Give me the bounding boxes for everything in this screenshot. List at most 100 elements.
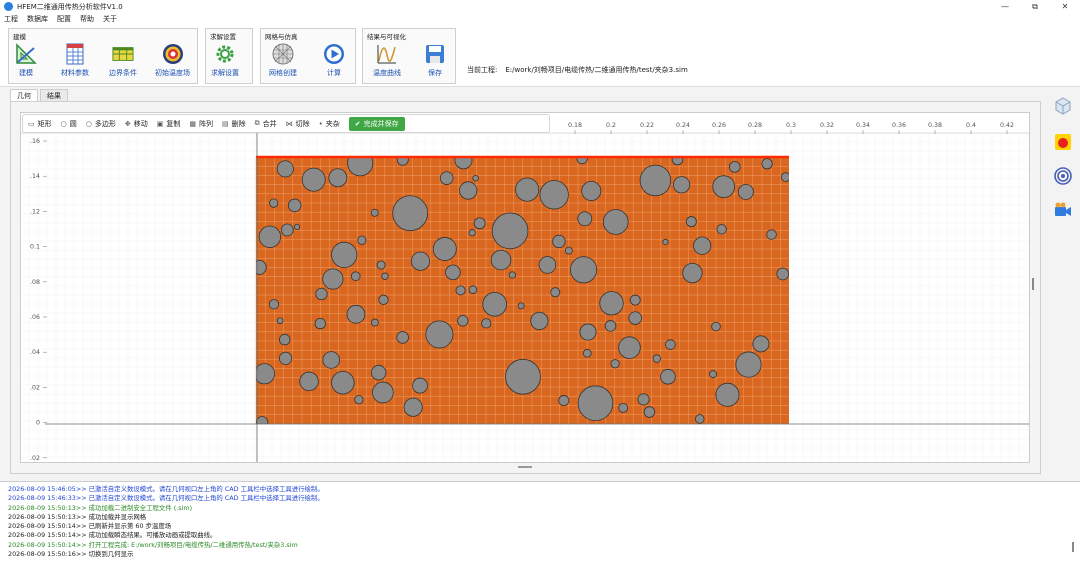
inclusion-circle[interactable] <box>628 311 642 325</box>
inclusion-circle[interactable] <box>482 291 508 317</box>
modeling-button[interactable]: 建模 <box>15 43 37 83</box>
initial-temperature-button[interactable]: 初始温度场 <box>155 43 190 83</box>
compute-button[interactable]: 计算 <box>323 43 345 83</box>
inclusion-circle[interactable] <box>252 259 267 275</box>
circle-tool[interactable]: ○ 圆 <box>61 119 77 129</box>
inclusion-circle[interactable] <box>552 234 566 249</box>
inclusion-circle[interactable] <box>693 236 712 255</box>
inclusion-circle[interactable] <box>378 294 389 305</box>
inclusion-circle[interactable] <box>780 172 790 182</box>
menu-about[interactable]: 关于 <box>103 14 117 24</box>
inclusion-circle[interactable] <box>314 317 326 330</box>
inclusion-circle[interactable] <box>582 348 592 358</box>
menu-database[interactable]: 数据库 <box>27 14 48 24</box>
inclusion-circle[interactable] <box>293 223 301 231</box>
inclusion-circle[interactable] <box>299 371 319 392</box>
inclusion-circle[interactable] <box>287 198 302 213</box>
inclusion-circle[interactable] <box>432 237 457 261</box>
inclusion-circle[interactable] <box>301 167 326 192</box>
cut-tool[interactable]: ⋈ 切除 <box>286 119 310 129</box>
inclusion-circle[interactable] <box>454 152 473 170</box>
inclusion-circle[interactable] <box>268 299 280 310</box>
inclusion-circle[interactable] <box>662 238 669 246</box>
polygon-tool[interactable]: ○ 多边形 <box>86 119 116 129</box>
menu-config[interactable]: 配置 <box>57 14 71 24</box>
inclusion-circle[interactable] <box>637 393 650 406</box>
inclusion-circle[interactable] <box>604 320 617 332</box>
inclusion-circle[interactable] <box>564 246 573 255</box>
copy-tool[interactable]: ▣ 复制 <box>157 119 181 129</box>
inclusion-circle[interactable] <box>357 235 367 245</box>
close-button[interactable]: ✕ <box>1050 0 1080 13</box>
inclusion-circle[interactable] <box>280 223 294 237</box>
inclusion-circle[interactable] <box>328 168 348 188</box>
horizontal-splitter-handle[interactable] <box>518 466 532 468</box>
inclusion-circle[interactable] <box>376 260 386 270</box>
inclusion-circle[interactable] <box>455 285 466 296</box>
temperature-curve-button[interactable]: 温度曲线 <box>373 43 401 83</box>
inclusion-circle[interactable] <box>331 241 358 268</box>
cube-icon[interactable] <box>1052 95 1074 117</box>
inclusion-circle[interactable] <box>331 370 355 395</box>
tab-geometry[interactable]: 几何 <box>10 89 38 101</box>
inclusion-circle[interactable] <box>425 320 454 349</box>
inclusion-circle[interactable] <box>752 335 770 353</box>
inclusion-tool[interactable]: • 夹杂 <box>319 119 340 129</box>
camera-icon[interactable] <box>1052 199 1074 221</box>
inclusion-circle[interactable] <box>761 158 773 170</box>
inclusion-circle[interactable] <box>639 164 672 197</box>
inclusion-circle[interactable] <box>660 368 676 385</box>
inclusion-circle[interactable] <box>370 364 387 381</box>
merge-tool[interactable]: ⧉ 合并 <box>255 119 277 129</box>
inclusion-circle[interactable] <box>278 351 293 365</box>
inclusion-circle[interactable] <box>530 311 549 331</box>
contour-icon[interactable] <box>1052 165 1074 187</box>
inclusion-circle[interactable] <box>279 333 291 346</box>
inclusion-circle[interactable] <box>254 363 276 385</box>
rectangle-tool[interactable]: ▭ 矩形 <box>28 119 52 129</box>
inclusion-circle[interactable] <box>558 395 570 406</box>
inclusion-circle[interactable] <box>370 208 379 217</box>
inclusion-circle[interactable] <box>776 267 789 281</box>
minimize-button[interactable]: — <box>990 0 1020 13</box>
menu-project[interactable]: 工程 <box>4 14 18 24</box>
inclusion-circle[interactable] <box>508 271 517 279</box>
inclusion-circle[interactable] <box>410 251 431 271</box>
inclusion-circle[interactable] <box>602 209 629 235</box>
inclusion-circle[interactable] <box>445 264 461 281</box>
inclusion-circle[interactable] <box>517 302 525 310</box>
inclusion-circle[interactable] <box>685 216 697 228</box>
heat-icon[interactable] <box>1052 131 1074 153</box>
inclusion-circle[interactable] <box>709 370 717 379</box>
inclusion-circle[interactable] <box>276 317 284 325</box>
inclusion-circle[interactable] <box>473 217 486 230</box>
array-tool[interactable]: ▦ 阵列 <box>189 119 213 129</box>
inclusion-circle[interactable] <box>618 336 641 359</box>
inclusion-circle[interactable] <box>491 212 529 250</box>
inclusion-circle[interactable] <box>766 229 777 240</box>
menu-help[interactable]: 帮助 <box>80 14 94 24</box>
material-params-button[interactable]: 材料参数 <box>61 43 89 83</box>
geometry-viewport[interactable]: 0.18 0.2 0.22 0.24 0.26 0.28 0.3 0.32 0.34 0.36 0.… <box>20 112 1030 463</box>
inclusion-circle[interactable] <box>412 377 428 394</box>
inclusion-circle[interactable] <box>715 382 740 407</box>
inclusion-circle[interactable] <box>457 315 469 327</box>
inclusion-circle[interactable] <box>652 354 662 363</box>
inclusion-circle[interactable] <box>403 397 423 417</box>
inclusion-circle[interactable] <box>269 198 279 208</box>
inclusion-circle[interactable] <box>712 175 736 199</box>
solver-settings-button[interactable]: 求解设置 <box>211 43 239 83</box>
inclusion-circle[interactable] <box>354 395 364 405</box>
tab-results[interactable]: 结果 <box>40 89 68 101</box>
inclusion-circle[interactable] <box>396 331 409 344</box>
inclusion-circle[interactable] <box>579 323 597 341</box>
inclusion-circle[interactable] <box>481 318 492 329</box>
inclusion-circle[interactable] <box>515 177 540 202</box>
maximize-button[interactable]: ⧉ <box>1020 0 1050 13</box>
inclusion-circle[interactable] <box>577 385 614 421</box>
finish-and-save-button[interactable]: ✔ 完成并保存 <box>348 116 405 131</box>
inclusion-circle[interactable] <box>539 180 569 210</box>
inclusion-circle[interactable] <box>599 291 624 316</box>
inclusion-circle[interactable] <box>372 381 394 404</box>
inclusion-circle[interactable] <box>570 256 598 284</box>
